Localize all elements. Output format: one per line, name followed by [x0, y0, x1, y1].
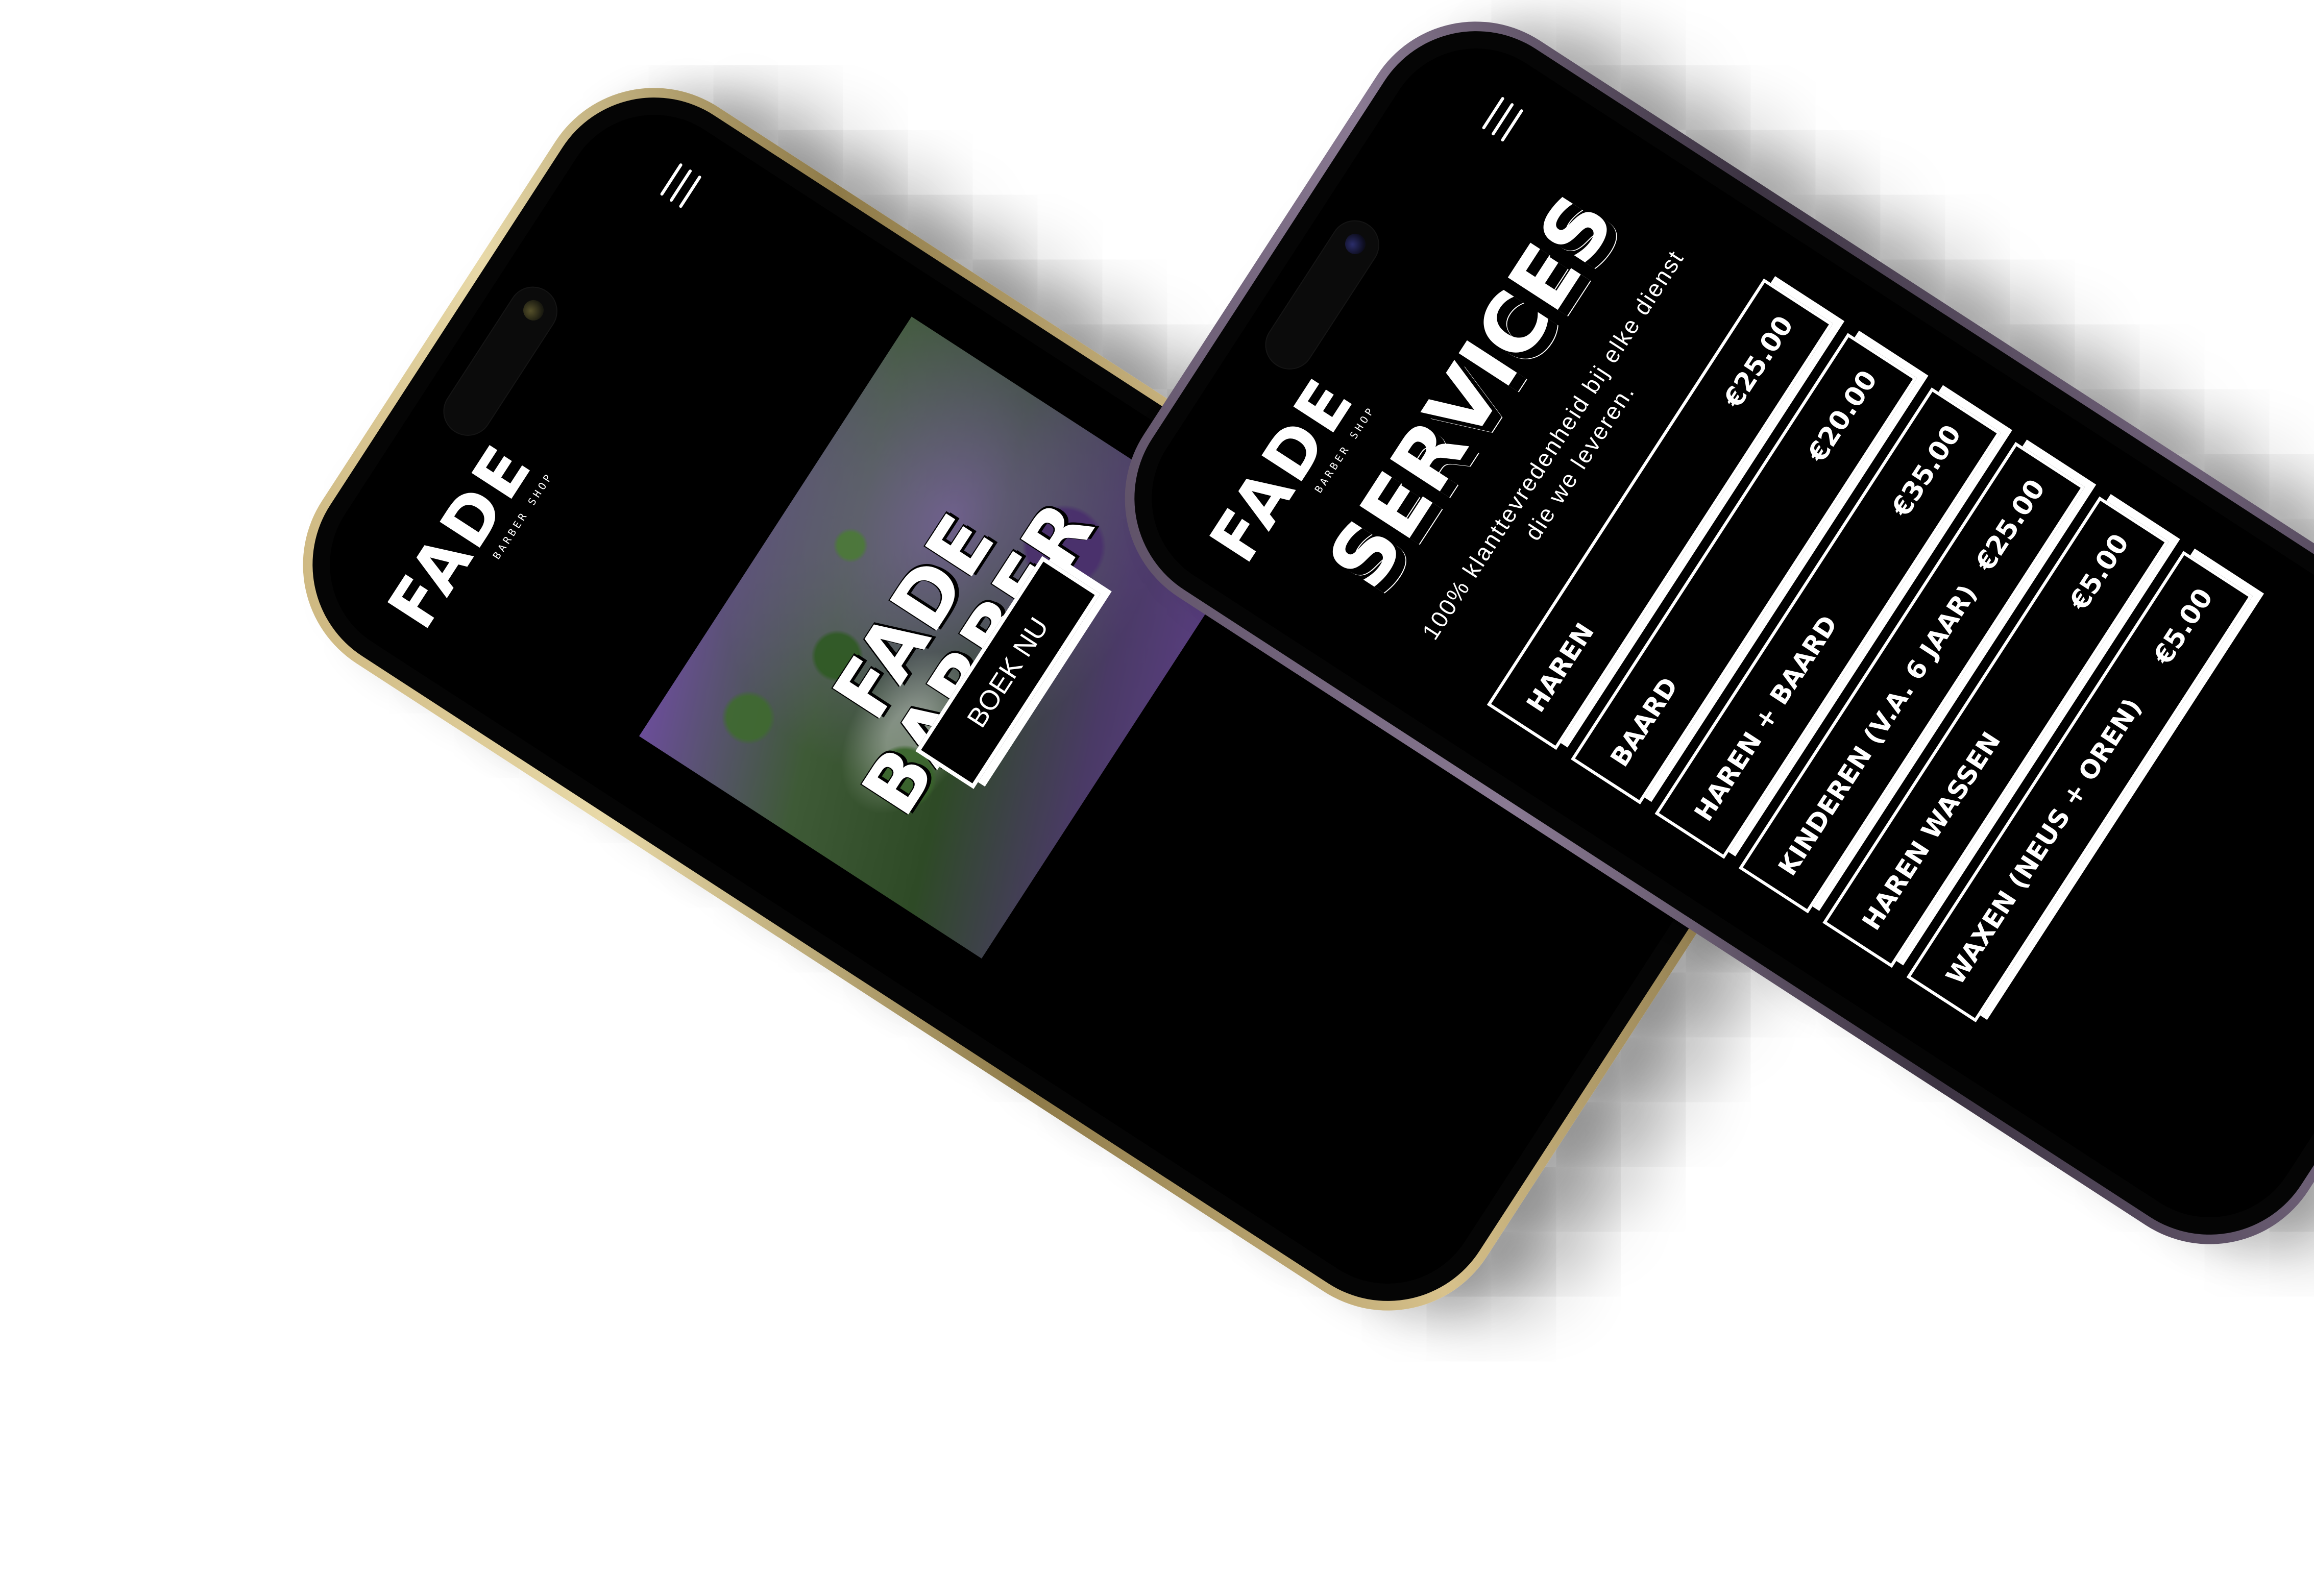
service-price: €5.00: [2148, 583, 2220, 671]
service-price: €35.00: [1886, 420, 1968, 523]
hamburger-menu-icon[interactable]: [1479, 95, 1527, 144]
camera-lens-icon: [519, 296, 548, 325]
service-price: €20.00: [1802, 365, 1884, 468]
service-price: €5.00: [2064, 528, 2135, 616]
mockup-stage: FADE BARBER SHOP FADE BARBER BOEK NU: [0, 0, 2314, 1596]
menu-line: [660, 163, 683, 197]
dynamic-island: [1256, 211, 1389, 379]
camera-lens-icon: [1341, 230, 1370, 258]
hamburger-menu-icon[interactable]: [657, 161, 705, 211]
service-name: HAREN: [1521, 618, 1600, 718]
service-price: €25.00: [1718, 310, 1800, 413]
menu-line: [1481, 96, 1505, 130]
home-logo[interactable]: FADE BARBER SHOP: [374, 430, 556, 646]
service-price: €25.00: [1969, 474, 2052, 577]
dynamic-island: [434, 277, 567, 446]
service-name: BAARD: [1604, 672, 1684, 772]
